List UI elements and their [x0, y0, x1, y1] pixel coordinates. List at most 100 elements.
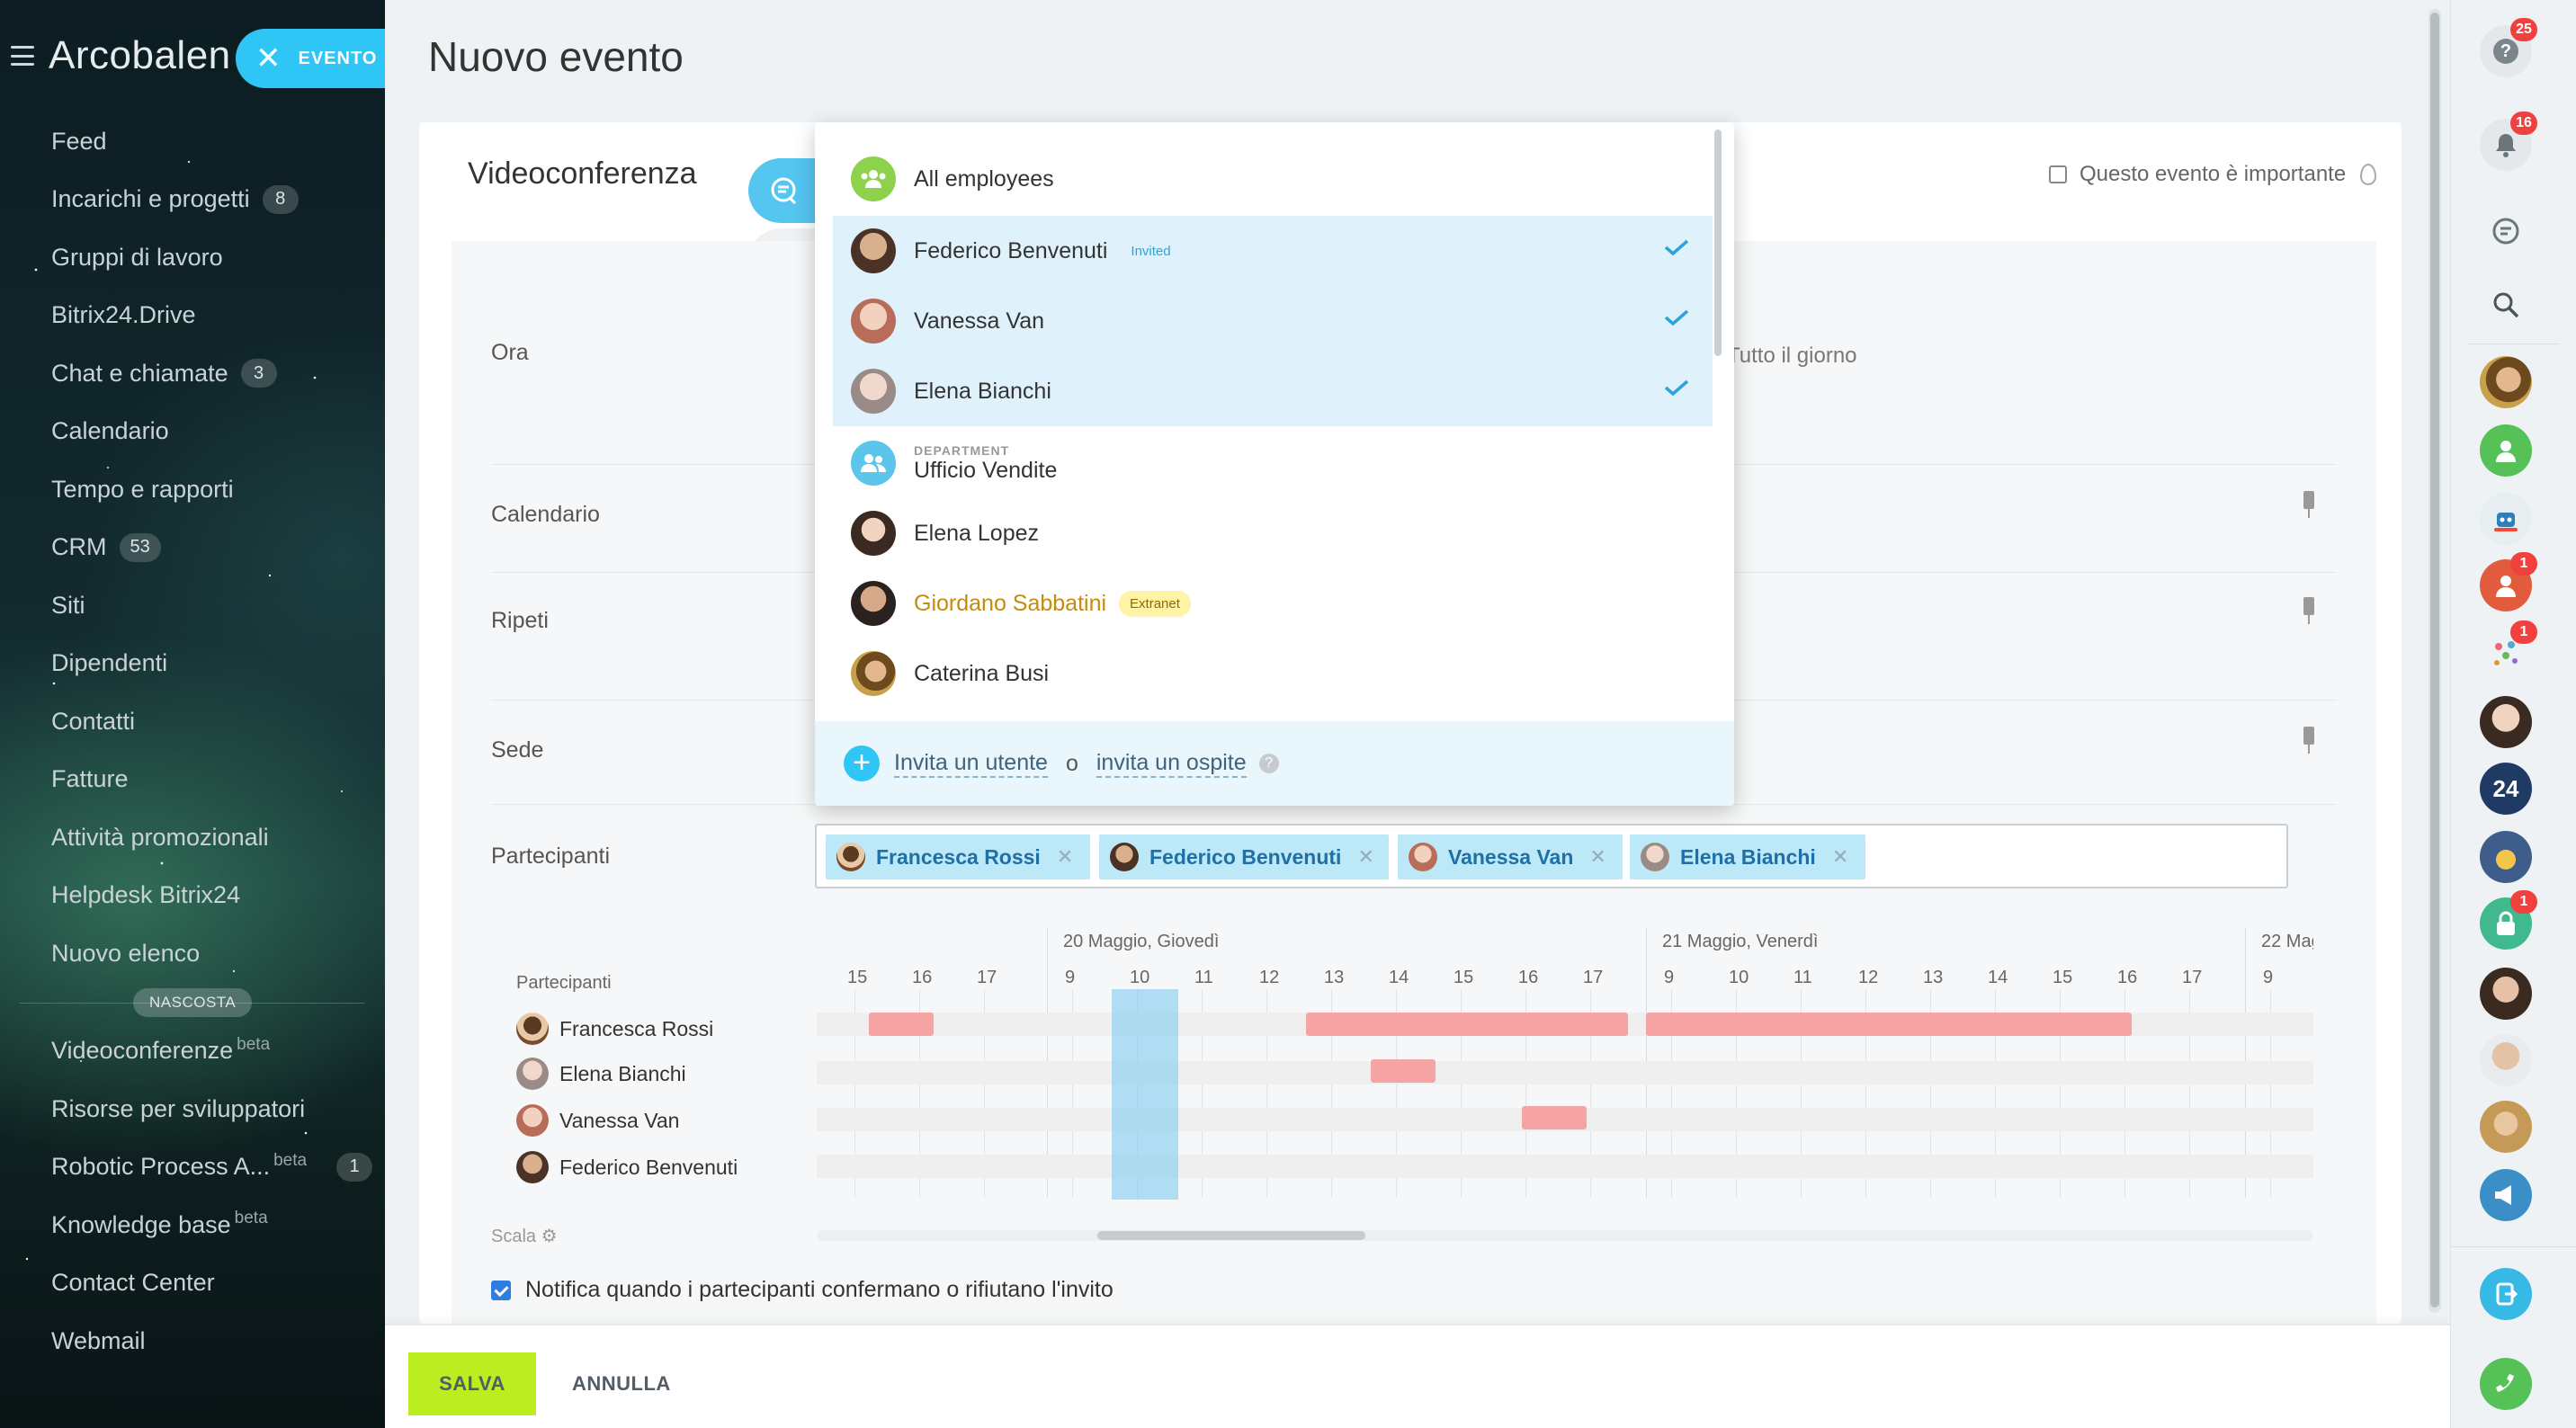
- avatar[interactable]: [2480, 696, 2532, 748]
- question-icon: ?: [2493, 39, 2518, 64]
- sidebar-item-feed[interactable]: Feed: [0, 112, 385, 171]
- dropdown-scrollbar[interactable]: [1714, 129, 1722, 356]
- help-button[interactable]: ? 25: [2480, 18, 2537, 77]
- dropdown-item-user[interactable]: Federico Benvenuti Invited: [833, 216, 1713, 286]
- save-button[interactable]: SALVA: [408, 1352, 536, 1415]
- counter-badge: 8: [262, 184, 299, 214]
- group-avatar[interactable]: 1: [2480, 620, 2537, 680]
- menu-burger-icon[interactable]: [11, 46, 34, 66]
- pin-icon[interactable]: [2301, 491, 2317, 518]
- remove-chip-icon[interactable]: ✕: [1357, 845, 1373, 869]
- lock-avatar[interactable]: 1: [2480, 890, 2537, 950]
- dropdown-item-user[interactable]: Elena Lopez: [833, 498, 1713, 568]
- form-footer: SALVA ANNULLA: [385, 1324, 2450, 1428]
- remove-chip-icon[interactable]: ✕: [1589, 845, 1606, 869]
- help-icon[interactable]: ?: [1258, 754, 1279, 773]
- sidebar-item-tasks[interactable]: Incarichi e progetti 8: [0, 171, 385, 229]
- avatar: [1409, 843, 1437, 871]
- important-toggle[interactable]: Questo evento è importante: [2049, 162, 2377, 187]
- timeline-person: Vanessa Van: [516, 1104, 679, 1137]
- gear-icon[interactable]: ⚙: [541, 1227, 558, 1246]
- share-icon: [2496, 1282, 2518, 1306]
- important-checkbox[interactable]: [2049, 165, 2067, 183]
- notify-option[interactable]: Notifica quando i partecipanti conferman…: [491, 1277, 1114, 1303]
- allday-label[interactable]: Tutto il giorno: [1727, 344, 1857, 369]
- avatar[interactable]: [2480, 356, 2532, 408]
- participants-field[interactable]: Francesca Rossi ✕ Federico Benvenuti ✕ Van…: [815, 824, 2288, 888]
- avatar[interactable]: [2480, 1101, 2532, 1153]
- invited-tag: Invited: [1131, 243, 1171, 259]
- tab-videoconference[interactable]: [748, 158, 818, 223]
- sidebar-item-drive[interactable]: Bitrix24.Drive: [0, 287, 385, 345]
- sidebar-item-time[interactable]: Tempo e rapporti: [0, 460, 385, 519]
- scale-label[interactable]: Scala ⚙: [491, 1225, 558, 1247]
- notifications-button[interactable]: 16: [2480, 112, 2537, 171]
- announcement-avatar[interactable]: [2480, 1169, 2532, 1221]
- sidebar-item-invoices[interactable]: Fatture: [0, 751, 385, 809]
- timeline-scrollbar[interactable]: [817, 1230, 2313, 1241]
- plus-icon[interactable]: +: [844, 745, 880, 781]
- search-button[interactable]: [2480, 279, 2532, 331]
- timeline-selection[interactable]: [1112, 989, 1178, 1200]
- close-event-button[interactable]: ✕ EVENTO: [236, 29, 385, 88]
- page-scrollbar[interactable]: [2428, 9, 2441, 1313]
- sidebar-item-sites[interactable]: Siti: [0, 576, 385, 635]
- dropdown-item-user[interactable]: Giordano Sabbatini Extranet: [833, 568, 1713, 638]
- sidebar-item-contact-center[interactable]: Contact Center: [0, 1254, 385, 1313]
- avatar: [851, 228, 896, 273]
- screen-share-button[interactable]: [2480, 1268, 2532, 1320]
- call-button[interactable]: [2480, 1358, 2532, 1410]
- remove-chip-icon[interactable]: ✕: [1832, 845, 1848, 869]
- brand-name[interactable]: Arcobalen: [49, 33, 231, 78]
- group-avatar[interactable]: [2480, 831, 2532, 883]
- timeline-day-3: 22 Mag: [2261, 932, 2313, 951]
- dropdown-item-user[interactable]: Vanessa Van: [833, 286, 1713, 356]
- sidebar-item-calendar[interactable]: Calendario: [0, 403, 385, 461]
- sidebar-item-videoconf[interactable]: Videoconferenze beta: [0, 1022, 385, 1081]
- invite-user-link[interactable]: Invita un utente: [894, 750, 1048, 778]
- dropdown-item-all-employees[interactable]: All employees: [833, 144, 1713, 214]
- avatar[interactable]: [2480, 424, 2532, 477]
- bitrix24-avatar[interactable]: 24: [2480, 763, 2532, 815]
- brand: Arcobalen: [11, 27, 231, 85]
- remove-chip-icon[interactable]: ✕: [1057, 845, 1073, 869]
- timeline-person: Francesca Rossi: [516, 1013, 713, 1045]
- sidebar-hidden-separator: NASCOSTA: [0, 983, 385, 1022]
- pin-icon[interactable]: [2301, 727, 2317, 754]
- sidebar-item-promo[interactable]: Attività promozionali: [0, 808, 385, 867]
- sidebar-item-new-list[interactable]: Nuovo elenco: [0, 924, 385, 983]
- event-type-title: Videoconferenza: [468, 156, 697, 191]
- timeline-day-1: 20 Maggio, Giovedì: [1063, 932, 1220, 951]
- sidebar-item-chat[interactable]: Chat e chiamate 3: [0, 344, 385, 403]
- participant-chip[interactable]: Vanessa Van ✕: [1398, 834, 1623, 879]
- robot-avatar[interactable]: [2480, 493, 2532, 545]
- participant-chip[interactable]: Francesca Rossi ✕: [826, 834, 1090, 879]
- chat-button[interactable]: [2480, 205, 2532, 257]
- dropdown-item-user[interactable]: Elena Bianchi: [833, 356, 1713, 426]
- sidebar-item-rpa[interactable]: Robotic Process A... beta 1: [0, 1138, 385, 1197]
- counter-badge: 1: [336, 1152, 372, 1182]
- participant-chip[interactable]: Federico Benvenuti ✕: [1099, 834, 1389, 879]
- counter-badge: 3: [240, 359, 277, 388]
- avatar[interactable]: [2480, 1034, 2532, 1086]
- invite-guest-link[interactable]: invita un ospite: [1096, 750, 1247, 778]
- pin-icon[interactable]: [2301, 597, 2317, 624]
- sidebar-item-crm[interactable]: CRM 53: [0, 519, 385, 577]
- row-label-location: Sede: [491, 737, 544, 763]
- notify-checkbox[interactable]: [491, 1280, 511, 1300]
- dropdown-item-department[interactable]: DEPARTMENT Ufficio Vendite: [833, 428, 1713, 498]
- chat-icon: [2492, 218, 2519, 245]
- dropdown-item-user[interactable]: Caterina Busi: [833, 638, 1713, 709]
- cancel-button[interactable]: ANNULLA: [561, 1352, 682, 1415]
- sidebar-item-webmail[interactable]: Webmail: [0, 1312, 385, 1370]
- sidebar-item-dev-resources[interactable]: Risorse per sviluppatori: [0, 1080, 385, 1138]
- sidebar-item-employees[interactable]: Dipendenti: [0, 635, 385, 693]
- sidebar-item-contacts[interactable]: Contatti: [0, 692, 385, 751]
- avatar[interactable]: [2480, 968, 2532, 1020]
- sidebar-item-knowledge[interactable]: Knowledge base beta: [0, 1196, 385, 1254]
- avatar[interactable]: 1: [2480, 552, 2537, 611]
- row-label-repeat: Ripeti: [491, 608, 549, 633]
- sidebar-item-workgroups[interactable]: Gruppi di lavoro: [0, 228, 385, 287]
- sidebar-item-helpdesk[interactable]: Helpdesk Bitrix24: [0, 867, 385, 925]
- participant-chip[interactable]: Elena Bianchi ✕: [1630, 834, 1865, 879]
